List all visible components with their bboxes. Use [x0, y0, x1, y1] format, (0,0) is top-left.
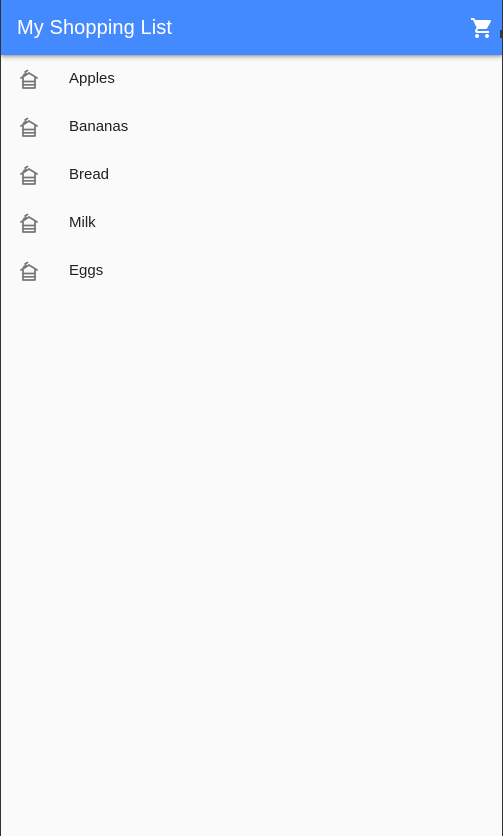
- list-item-label: Milk: [69, 214, 96, 231]
- list-item-milk[interactable]: Milk: [1, 199, 502, 247]
- list-item-bread[interactable]: Bread: [1, 151, 502, 199]
- grocery-store-icon: [18, 68, 40, 90]
- list-item-label: Bananas: [69, 118, 129, 135]
- shopping-cart-icon: [470, 16, 494, 40]
- app-window: My Shopping List Apples Bananas Bread Mi…: [0, 0, 503, 836]
- list-item-label: Apples: [69, 70, 115, 87]
- page-title: My Shopping List: [17, 17, 173, 39]
- shopping-cart-button[interactable]: [468, 14, 496, 42]
- grocery-store-icon: [18, 116, 40, 138]
- list-item-eggs[interactable]: Eggs: [1, 247, 502, 295]
- list-item-label: Eggs: [69, 262, 104, 279]
- app-bar: My Shopping List: [1, 0, 502, 55]
- shopping-list: Apples Bananas Bread Milk Eggs: [1, 55, 502, 295]
- grocery-store-icon: [18, 164, 40, 186]
- list-item-apples[interactable]: Apples: [1, 55, 502, 103]
- list-item-label: Bread: [69, 166, 110, 183]
- grocery-store-icon: [18, 212, 40, 234]
- list-item-bananas[interactable]: Bananas: [1, 103, 502, 151]
- grocery-store-icon: [18, 260, 40, 282]
